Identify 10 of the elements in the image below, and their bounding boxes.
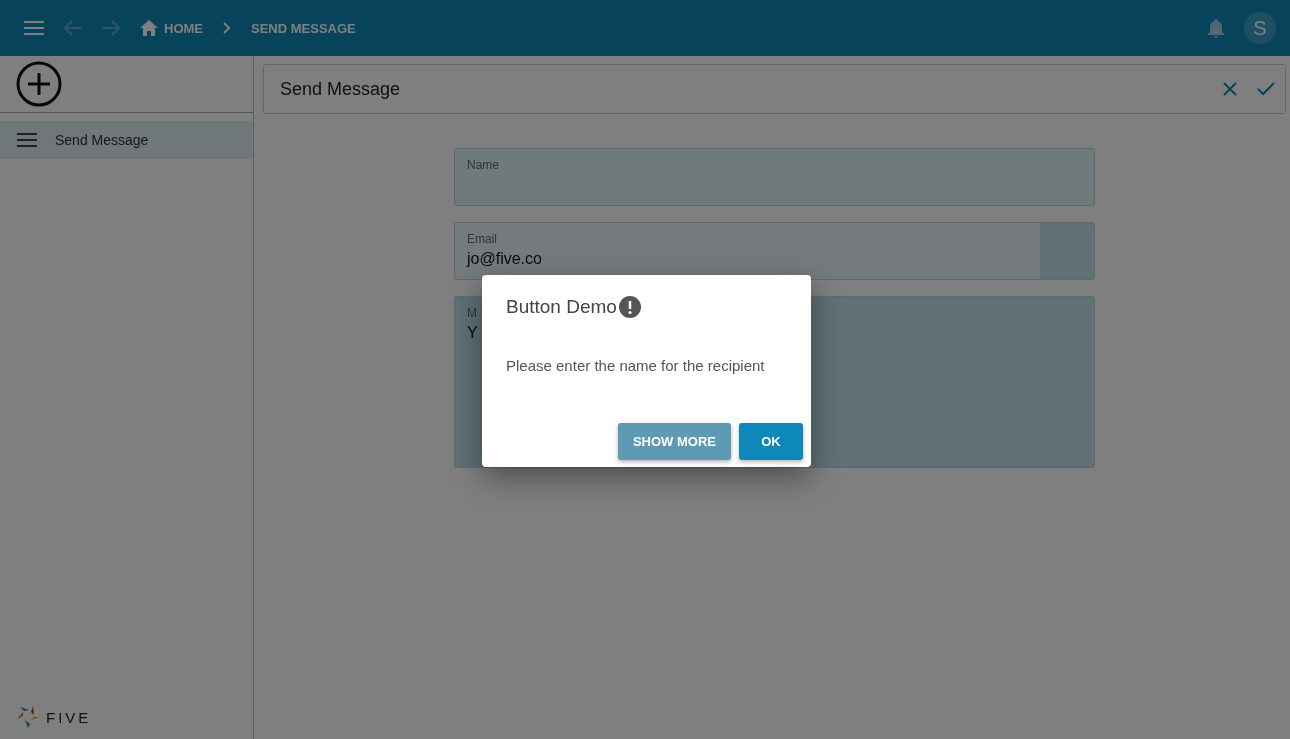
logo-text: FIVE bbox=[46, 708, 92, 726]
field-label: Email bbox=[467, 232, 497, 246]
field-value: jo@five.co bbox=[467, 250, 542, 268]
form-title: Send Message bbox=[280, 78, 402, 100]
field-value: Y bbox=[467, 324, 478, 342]
sidebar-item-label: Send Message bbox=[55, 132, 149, 148]
field-label: M bbox=[467, 306, 477, 320]
field-label: Name bbox=[467, 158, 499, 172]
dialog-title: Button Demo bbox=[506, 296, 617, 318]
dialog-message: Please enter the name for the recipient bbox=[506, 357, 766, 374]
